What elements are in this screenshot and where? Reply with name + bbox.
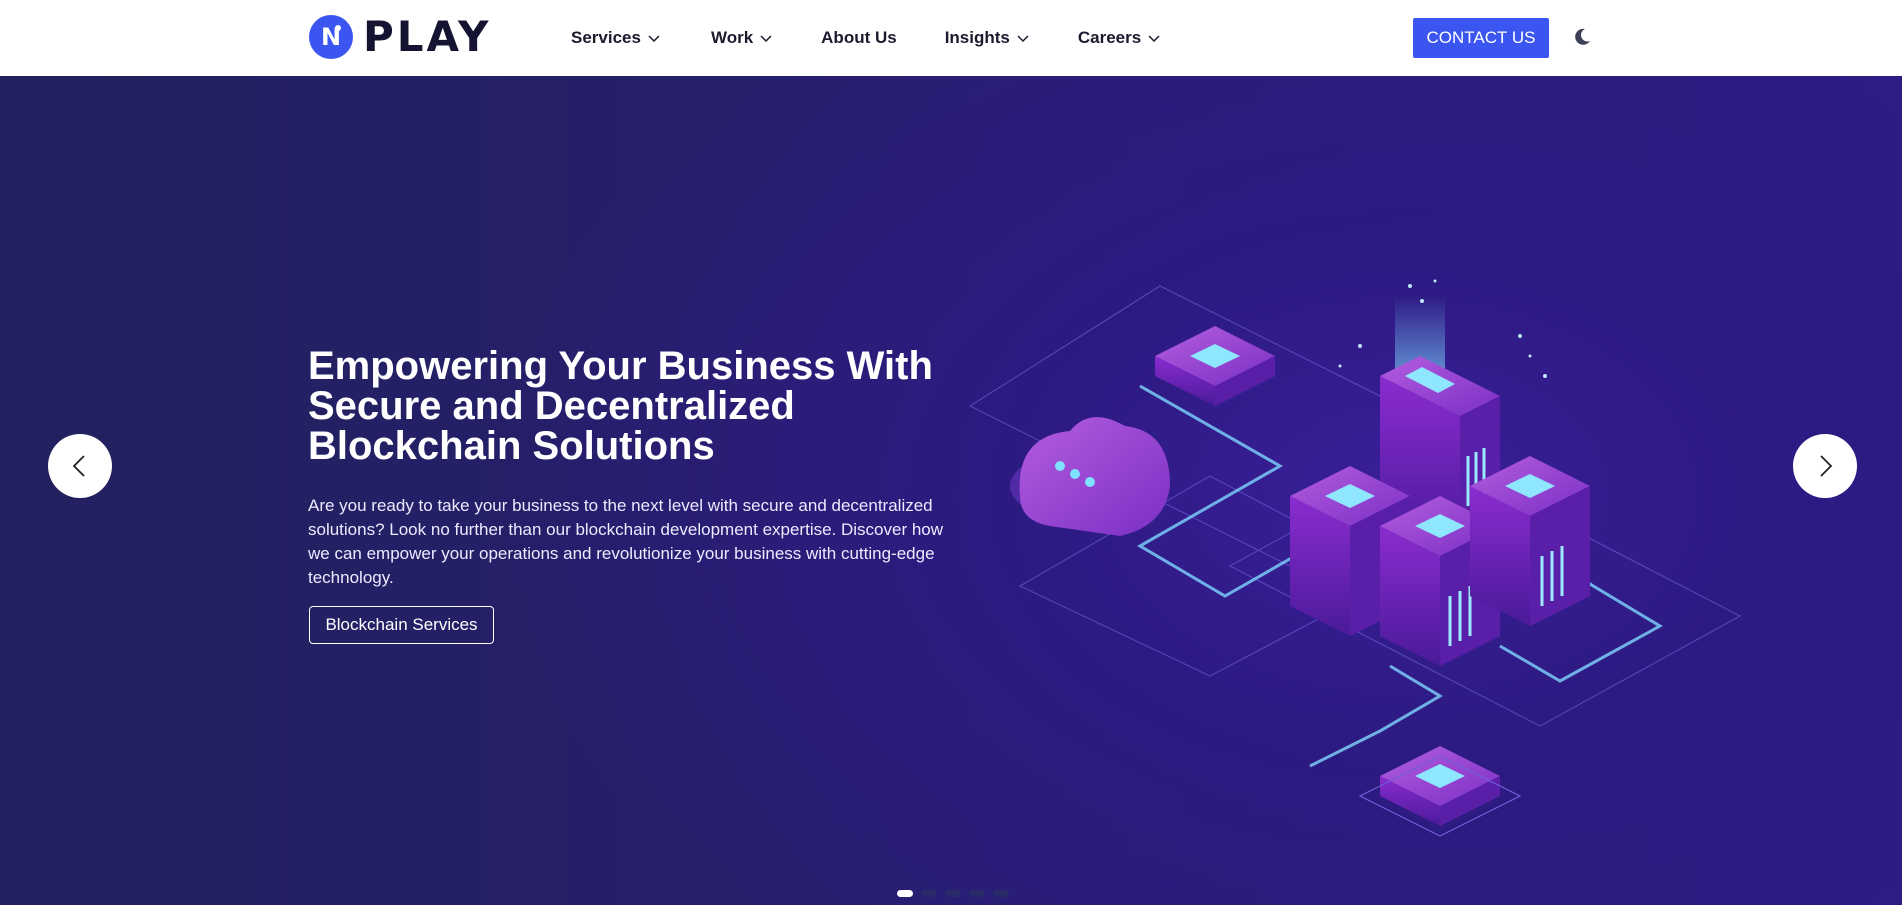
nav-item-about-us[interactable]: About Us [821, 28, 897, 48]
blockchain-illustration [968, 279, 1742, 837]
nav-item-services[interactable]: Services [571, 28, 661, 48]
chevron-down-icon [1017, 35, 1029, 43]
carousel-indicators [897, 890, 1017, 897]
nav-item-label: Work [710, 28, 754, 47]
hero-carousel: Empowering Your Business With Secure and… [0, 76, 1902, 905]
nav-item-label: Careers [1077, 28, 1142, 47]
nav-item-label: About Us [821, 28, 897, 47]
chevron-down-icon [760, 35, 772, 43]
chevron-left-icon [72, 455, 85, 477]
nav-item-insights[interactable]: Insights [945, 28, 1030, 48]
main-nav: Services Work About Us Insights Careers [571, 24, 1209, 52]
blockchain-services-button[interactable]: Blockchain Services [309, 606, 494, 644]
carousel-dot-1[interactable] [897, 890, 913, 897]
chevron-down-icon [1148, 35, 1160, 43]
hero-description: Are you ready to take your business to t… [308, 496, 944, 587]
logo-letter: N [320, 23, 342, 51]
nav-item-label: Insights [944, 28, 1010, 47]
hero-title-line: Secure and Decentralized [308, 384, 795, 428]
carousel-next-button[interactable] [1793, 434, 1857, 498]
hero-title-line: Blockchain Solutions [308, 424, 715, 468]
nav-item-careers[interactable]: Careers [1078, 28, 1161, 48]
nav-item-label: Services [571, 28, 641, 47]
carousel-dot-3[interactable] [945, 890, 961, 897]
logo-mark-icon: N [309, 15, 353, 59]
cloud-icon [1010, 417, 1170, 536]
chevron-right-icon [1820, 455, 1833, 477]
chevron-down-icon [648, 35, 660, 43]
brand-logo[interactable]: N PLAY [309, 14, 491, 60]
site-header: N PLAY Services Work About Us Insights C… [0, 0, 1902, 76]
contact-us-button[interactable]: CONTACT US [1413, 18, 1549, 58]
nav-item-work[interactable]: Work [711, 28, 773, 48]
carousel-dot-5[interactable] [993, 890, 1009, 897]
logo-text: PLAY [363, 12, 492, 61]
hero-title-line: Empowering Your Business With [308, 344, 933, 388]
carousel-prev-button[interactable] [48, 434, 112, 498]
carousel-dot-2[interactable] [921, 890, 937, 897]
moon-icon[interactable] [1572, 27, 1592, 47]
carousel-dot-4[interactable] [969, 890, 985, 897]
hero-title: Empowering Your Business With Secure and… [308, 346, 948, 466]
